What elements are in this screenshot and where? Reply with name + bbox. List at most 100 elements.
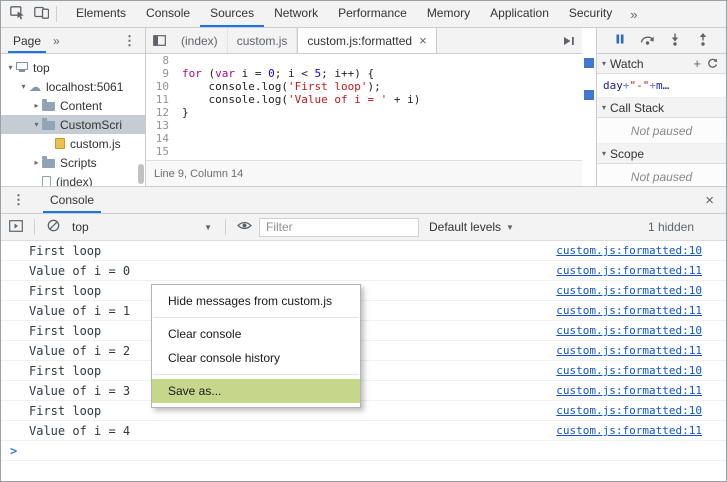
line-number[interactable]: 8 bbox=[146, 54, 176, 67]
tree-item-top[interactable]: ▾ top bbox=[1, 58, 145, 77]
console-source-link[interactable]: custom.js:formatted:11 bbox=[556, 304, 702, 317]
log-levels-select[interactable]: Default levels ▼ bbox=[425, 220, 518, 234]
code-text[interactable] bbox=[176, 54, 182, 67]
inspect-button[interactable] bbox=[5, 2, 29, 26]
console-source-link[interactable]: custom.js:formatted:11 bbox=[556, 424, 702, 437]
console-source-link[interactable]: custom.js:formatted:11 bbox=[556, 344, 702, 357]
execution-context-select[interactable]: top ▼ bbox=[68, 220, 216, 234]
drawer-tab-console[interactable]: Console bbox=[40, 187, 104, 213]
code-text[interactable]: } bbox=[176, 106, 189, 119]
scope-section-header[interactable]: ▾ Scope bbox=[597, 144, 726, 164]
step-over-button[interactable] bbox=[638, 31, 658, 51]
code-text[interactable] bbox=[176, 119, 182, 132]
tree-item-label: Content bbox=[60, 98, 103, 113]
editor-tab-custom-js-formatted[interactable]: custom.js:formatted × bbox=[297, 28, 437, 53]
refresh-watch-button[interactable] bbox=[704, 58, 721, 69]
tab-page[interactable]: Page bbox=[5, 28, 49, 53]
chevron-down-icon: ▾ bbox=[34, 120, 39, 129]
console-source-link[interactable]: custom.js:formatted:10 bbox=[556, 404, 702, 417]
console-source-link[interactable]: custom.js:formatted:10 bbox=[556, 284, 702, 297]
step-into-button[interactable] bbox=[665, 31, 685, 51]
console-source-link[interactable]: custom.js:formatted:11 bbox=[556, 264, 702, 277]
editor-overflow-icon[interactable] bbox=[556, 28, 582, 53]
tree-item-customscri[interactable]: ▾ CustomScri bbox=[1, 115, 145, 134]
tab-sources[interactable]: Sources bbox=[200, 1, 265, 27]
menu-item-clear-console-history[interactable]: Clear console history bbox=[152, 346, 360, 370]
chevron-down-icon: ▾ bbox=[21, 82, 26, 91]
watch-expression[interactable]: day + "-" + m… bbox=[597, 74, 726, 98]
editor-scrollbar[interactable] bbox=[582, 28, 596, 186]
code-text[interactable]: for (var i = 0; i < 5; i++) { bbox=[176, 67, 374, 80]
code-text[interactable] bbox=[176, 145, 182, 158]
line-number[interactable]: 11 bbox=[146, 93, 176, 106]
console-source-link[interactable]: custom.js:formatted:11 bbox=[556, 384, 702, 397]
tree-item-index[interactable]: (index) bbox=[1, 172, 145, 186]
line-number[interactable]: 15 bbox=[146, 145, 176, 158]
console-message-text: First loop bbox=[29, 323, 102, 338]
tree-item-localhost-5061[interactable]: ▾ ☁ localhost:5061 bbox=[1, 77, 145, 96]
code-text[interactable]: console.log('First loop'); bbox=[176, 80, 380, 93]
menu-item-clear-console[interactable]: Clear console bbox=[152, 322, 360, 346]
add-watch-button[interactable]: + bbox=[690, 56, 704, 71]
more-tabs-button[interactable]: » bbox=[622, 7, 645, 22]
tree-item-custom-js[interactable]: custom.js bbox=[1, 134, 145, 153]
tab-network[interactable]: Network bbox=[264, 1, 328, 27]
file-tree: ▾ top ▾ ☁ localhost:5061 ▸ Content ▾ CustomScri c… bbox=[1, 54, 145, 186]
console-filter-input[interactable] bbox=[259, 217, 419, 237]
live-expression-button[interactable] bbox=[235, 218, 253, 236]
log-levels-label: Default levels bbox=[429, 220, 502, 234]
clear-console-button[interactable] bbox=[44, 218, 62, 236]
line-number[interactable]: 12 bbox=[146, 106, 176, 119]
line-number[interactable]: 13 bbox=[146, 119, 176, 132]
navigator-toggle-icon[interactable] bbox=[146, 28, 172, 53]
tree-item-content[interactable]: ▸ Content bbox=[1, 96, 145, 115]
main-tabs: Elements Console Sources Network Performance… bbox=[66, 1, 622, 27]
hidden-messages-count[interactable]: 1 hidden bbox=[648, 220, 694, 234]
console-drawer: ⋮ Console × top ▼ Filter Default levels … bbox=[1, 186, 726, 481]
sidebar-scrollbar-thumb[interactable] bbox=[138, 164, 144, 184]
console-message: Value of i = 0 custom.js:formatted:11 bbox=[1, 261, 726, 281]
console-prompt[interactable]: > bbox=[1, 441, 726, 461]
line-number[interactable]: 14 bbox=[146, 132, 176, 145]
drawer-menu-icon[interactable]: ⋮ bbox=[7, 192, 30, 208]
tab-console[interactable]: Console bbox=[136, 1, 200, 27]
code-text[interactable] bbox=[176, 132, 182, 145]
file-icon bbox=[42, 176, 51, 186]
tree-item-label: custom.js bbox=[70, 136, 121, 151]
editor-status-bar: Line 9, Column 14 bbox=[146, 160, 582, 186]
editor-tab-index[interactable]: (index) bbox=[172, 28, 228, 53]
watch-section-header[interactable]: ▾ Watch + bbox=[597, 54, 726, 74]
line-number[interactable]: 9 bbox=[146, 67, 176, 80]
toolbar-divider bbox=[34, 219, 35, 235]
console-message: First loop custom.js:formatted:10 bbox=[1, 401, 726, 421]
menu-item-save-as[interactable]: Save as... bbox=[152, 379, 360, 403]
chevron-right-icon: ▸ bbox=[34, 158, 39, 167]
navigator-more-tabs-button[interactable]: » bbox=[49, 34, 64, 48]
tab-performance[interactable]: Performance bbox=[328, 1, 417, 27]
navigator-menu-icon[interactable]: ⋮ bbox=[118, 33, 141, 49]
step-out-button[interactable] bbox=[693, 31, 713, 51]
close-tab-icon[interactable]: × bbox=[419, 33, 427, 48]
device-toolbar-button[interactable] bbox=[29, 2, 53, 26]
tab-security[interactable]: Security bbox=[559, 1, 622, 27]
console-source-link[interactable]: custom.js:formatted:10 bbox=[556, 364, 702, 377]
console-message: First loop custom.js:formatted:10 bbox=[1, 241, 726, 261]
pause-button[interactable] bbox=[610, 31, 630, 51]
prompt-chevron-icon: > bbox=[10, 443, 18, 458]
console-sidebar-toggle-button[interactable] bbox=[7, 218, 25, 236]
call-stack-section-header[interactable]: ▾ Call Stack bbox=[597, 98, 726, 118]
close-drawer-icon[interactable]: × bbox=[699, 192, 720, 209]
tab-memory[interactable]: Memory bbox=[417, 1, 480, 27]
code-line: 13 bbox=[146, 119, 582, 132]
menu-item-hide-messages-from-custom-js[interactable]: Hide messages from custom.js bbox=[152, 289, 360, 313]
tab-application[interactable]: Application bbox=[480, 1, 559, 27]
console-source-link[interactable]: custom.js:formatted:10 bbox=[556, 244, 702, 257]
code-editor[interactable]: 8 9 for (var i = 0; i < 5; i++) {10 consol… bbox=[146, 54, 582, 160]
line-number[interactable]: 10 bbox=[146, 80, 176, 93]
editor-tab-custom-js[interactable]: custom.js bbox=[228, 28, 298, 53]
code-text[interactable]: console.log('Value of i = ' + i) bbox=[176, 93, 420, 106]
console-source-link[interactable]: custom.js:formatted:10 bbox=[556, 324, 702, 337]
tab-elements[interactable]: Elements bbox=[66, 1, 136, 27]
tree-item-scripts[interactable]: ▸ Scripts bbox=[1, 153, 145, 172]
editor-tab-label: (index) bbox=[181, 33, 218, 48]
